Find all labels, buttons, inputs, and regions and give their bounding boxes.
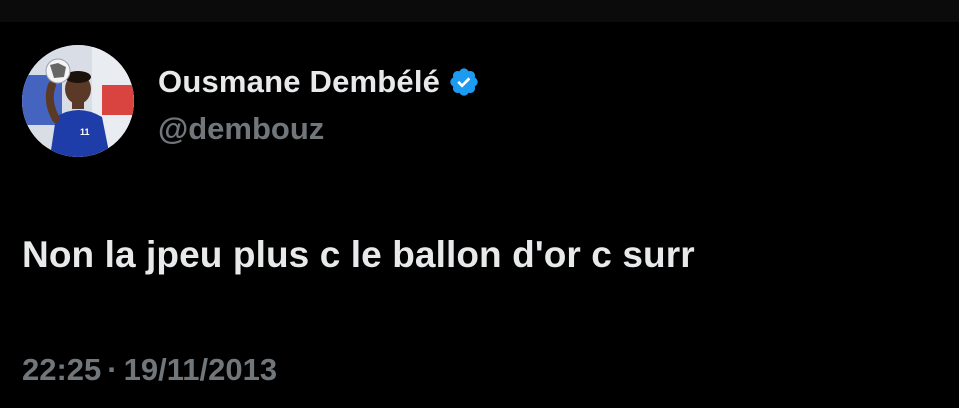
top-divider <box>0 0 959 22</box>
svg-text:11: 11 <box>80 127 90 137</box>
tweet-text: Non la jpeu plus c le ballon d'or c surr <box>22 234 695 275</box>
author-avatar[interactable]: 11 <box>22 45 134 157</box>
tweet-card: 11 Ousmane Dembélé @dembouz Non la jpeu … <box>0 0 959 408</box>
meta-separator: · <box>107 352 118 387</box>
verified-badge-icon <box>448 66 480 98</box>
author-display-name[interactable]: Ousmane Dembélé <box>158 64 440 100</box>
tweet-time: 22:25 <box>22 352 102 387</box>
author-handle[interactable]: @dembouz <box>158 111 324 147</box>
tweet-date: 19/11/2013 <box>123 352 278 387</box>
author-name-row: Ousmane Dembélé <box>158 62 480 102</box>
player-avatar-icon: 11 <box>22 45 134 157</box>
tweet-timestamp[interactable]: 22:25 · 19/11/2013 <box>22 352 277 388</box>
